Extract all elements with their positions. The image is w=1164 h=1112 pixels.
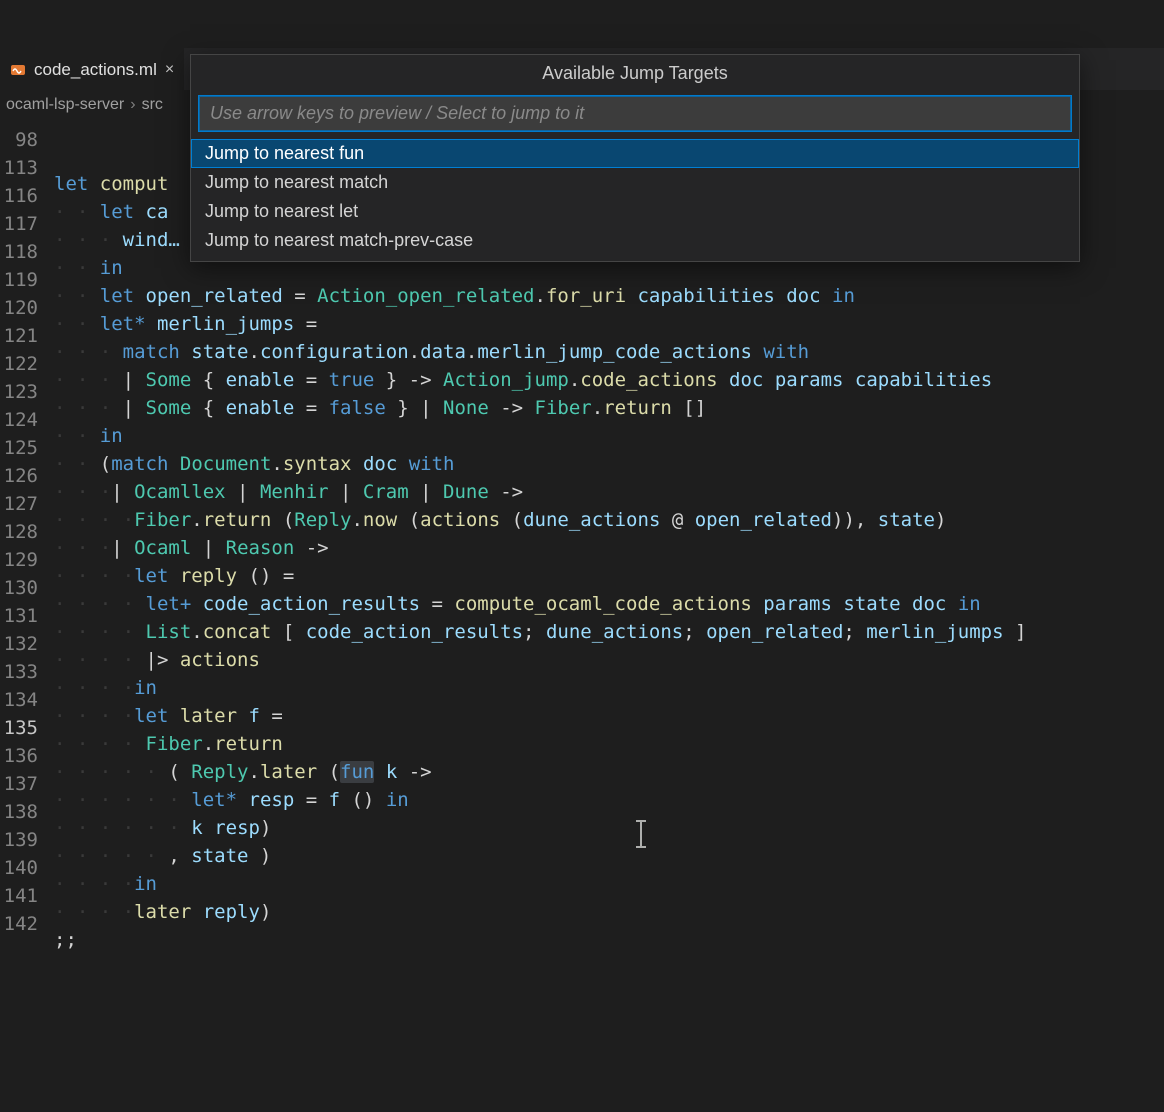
- quick-pick: Available Jump Targets Jump to nearest f…: [190, 54, 1080, 262]
- quick-pick-item[interactable]: Jump to nearest match: [191, 168, 1079, 197]
- line-number: 127: [0, 490, 54, 518]
- line-number: 132: [0, 630, 54, 658]
- line-number: 142: [0, 910, 54, 938]
- line-number: 128: [0, 518, 54, 546]
- line-number: 130: [0, 574, 54, 602]
- line-number: 119: [0, 266, 54, 294]
- quick-pick-title: Available Jump Targets: [191, 55, 1079, 90]
- code-line[interactable]: · · · · |> actions: [54, 646, 1164, 674]
- close-icon[interactable]: ×: [165, 61, 174, 79]
- line-number: 131: [0, 602, 54, 630]
- line-number: 137: [0, 770, 54, 798]
- line-number: 136: [0, 742, 54, 770]
- line-number: 116: [0, 182, 54, 210]
- code-line[interactable]: · · (match Document.syntax doc with: [54, 450, 1164, 478]
- code-line[interactable]: · · · ·Fiber.return (Reply.now (actions …: [54, 506, 1164, 534]
- line-number: 126: [0, 462, 54, 490]
- line-number: 129: [0, 546, 54, 574]
- code-line[interactable]: · · in: [54, 422, 1164, 450]
- code-line[interactable]: · · · ·in: [54, 674, 1164, 702]
- code-line[interactable]: ;;: [54, 926, 1164, 954]
- chevron-right-icon: ›: [130, 96, 135, 114]
- line-number: 133: [0, 658, 54, 686]
- code-line[interactable]: · · let open_related = Action_open_relat…: [54, 282, 1164, 310]
- line-number: 141: [0, 882, 54, 910]
- code-line[interactable]: · · · · · · let* resp = f () in: [54, 786, 1164, 814]
- code-line[interactable]: · · ·| Ocaml | Reason ->: [54, 534, 1164, 562]
- line-number: 117: [0, 210, 54, 238]
- line-number: 134: [0, 686, 54, 714]
- quick-pick-input[interactable]: [199, 96, 1071, 131]
- line-number: 98: [0, 126, 54, 154]
- code-line[interactable]: · · · ·let later f =: [54, 702, 1164, 730]
- quick-pick-item[interactable]: Jump to nearest fun: [191, 139, 1079, 168]
- quick-pick-item[interactable]: Jump to nearest let: [191, 197, 1079, 226]
- code-line[interactable]: · · · ·let reply () =: [54, 562, 1164, 590]
- line-number: 113: [0, 154, 54, 182]
- text-cursor-icon: [640, 820, 642, 848]
- code-line[interactable]: · · · · List.concat [ code_action_result…: [54, 618, 1164, 646]
- tab-filename: code_actions.ml: [34, 60, 157, 80]
- code-line[interactable]: · · ·| Ocamllex | Menhir | Cram | Dune -…: [54, 478, 1164, 506]
- line-number-gutter: 9811311611711811912012112212312412512612…: [0, 120, 54, 1064]
- line-number: 140: [0, 854, 54, 882]
- tab-code-actions[interactable]: code_actions.ml ×: [0, 48, 184, 90]
- line-number: 122: [0, 350, 54, 378]
- line-number: 120: [0, 294, 54, 322]
- code-line[interactable]: · · · | Some { enable = true } -> Action…: [54, 366, 1164, 394]
- code-line[interactable]: · · let* merlin_jumps =: [54, 310, 1164, 338]
- quick-pick-list: Jump to nearest funJump to nearest match…: [191, 139, 1079, 261]
- line-number: 123: [0, 378, 54, 406]
- code-line[interactable]: [54, 954, 1164, 982]
- line-number: 125: [0, 434, 54, 462]
- line-number: 124: [0, 406, 54, 434]
- code-line[interactable]: · · · · Fiber.return: [54, 730, 1164, 758]
- code-line[interactable]: · · · · let+ code_action_results = compu…: [54, 590, 1164, 618]
- breadcrumb-seg[interactable]: ocaml-lsp-server: [6, 96, 124, 114]
- breadcrumb-seg[interactable]: src: [142, 96, 163, 114]
- line-number: 138: [0, 798, 54, 826]
- ocaml-file-icon: [10, 62, 26, 78]
- quick-pick-item[interactable]: Jump to nearest match-prev-case: [191, 226, 1079, 255]
- code-line[interactable]: · · · · · ( Reply.later (fun k ->: [54, 758, 1164, 786]
- code-line[interactable]: · · · match state.configuration.data.mer…: [54, 338, 1164, 366]
- line-number: 121: [0, 322, 54, 350]
- line-number: 118: [0, 238, 54, 266]
- line-number: 139: [0, 826, 54, 854]
- code-line[interactable]: · · · ·in: [54, 870, 1164, 898]
- code-line[interactable]: · · · ·later reply): [54, 898, 1164, 926]
- code-line[interactable]: · · · | Some { enable = false } | None -…: [54, 394, 1164, 422]
- code-line[interactable]: · · · · · · k resp): [54, 814, 1164, 842]
- code-line[interactable]: · · · · · , state ): [54, 842, 1164, 870]
- line-number: 135: [0, 714, 54, 742]
